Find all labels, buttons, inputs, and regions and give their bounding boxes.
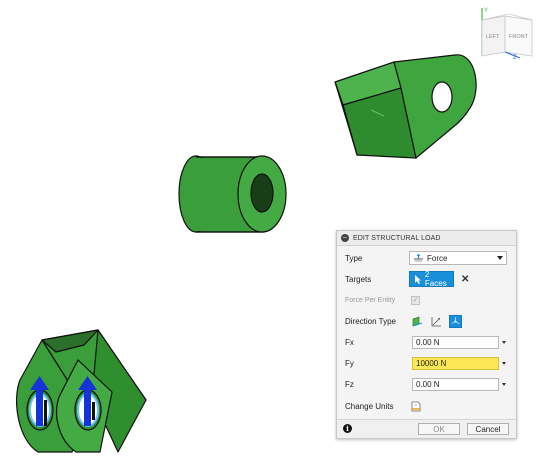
- direction-type-label: Direction Type: [345, 316, 396, 326]
- units-icon[interactable]: [411, 401, 421, 412]
- fy-input[interactable]: 10000 N: [412, 356, 499, 370]
- dialog-header[interactable]: – EDIT STRUCTURAL LOAD: [337, 231, 516, 246]
- viewcube-front-label: FRONT: [509, 34, 529, 40]
- cylinder-part[interactable]: [178, 155, 287, 233]
- viewcube-left-label: LEFT: [486, 34, 500, 40]
- info-icon[interactable]: i: [343, 424, 352, 433]
- cursor-icon: [415, 274, 421, 284]
- force-per-entity-label: Force Per Entity: [345, 296, 396, 304]
- viewcube[interactable]: Y LEFT FRONT Z: [481, 8, 533, 61]
- fz-row: Fz 0.00 N: [337, 376, 518, 392]
- z-axis-label: Z: [513, 55, 517, 61]
- type-label: Type: [345, 253, 363, 263]
- force-icon: [414, 254, 423, 262]
- fz-input[interactable]: 0.00 N: [412, 377, 499, 391]
- y-axis-label: Y: [484, 8, 488, 14]
- change-units-row: Change Units: [337, 398, 518, 414]
- type-value: Force: [427, 253, 448, 263]
- angle-icon[interactable]: [411, 315, 424, 328]
- force-per-entity-row: Force Per Entity ✓: [337, 292, 518, 308]
- bracket-part-upper[interactable]: [334, 54, 477, 159]
- type-select[interactable]: Force: [409, 251, 507, 265]
- targets-count: 2 Faces: [424, 270, 447, 288]
- collapse-icon[interactable]: –: [341, 234, 349, 242]
- fy-label: Fy: [345, 358, 354, 368]
- dialog-title: EDIT STRUCTURAL LOAD: [353, 234, 441, 242]
- force-per-entity-checkbox[interactable]: ✓: [411, 295, 420, 305]
- fz-label: Fz: [345, 379, 354, 389]
- targets-row: Targets 2 Faces ✕: [337, 270, 518, 288]
- fz-dropdown-icon[interactable]: [502, 382, 506, 386]
- change-units-label: Change Units: [345, 401, 394, 411]
- vectors-icon[interactable]: [430, 315, 443, 328]
- targets-select-button[interactable]: 2 Faces: [409, 270, 454, 288]
- direction-type-row: Direction Type: [337, 313, 518, 329]
- fy-dropdown-icon[interactable]: [502, 361, 506, 365]
- bracket-part-lower[interactable]: [15, 329, 147, 453]
- fx-dropdown-icon[interactable]: [502, 340, 506, 344]
- type-row: Type Force: [337, 250, 518, 266]
- edit-structural-load-dialog: – EDIT STRUCTURAL LOAD Type Force Target…: [336, 230, 517, 439]
- components-icon[interactable]: [449, 314, 462, 328]
- fx-row: Fx 0.00 N: [337, 334, 518, 350]
- fy-row: Fy 10000 N: [337, 355, 518, 371]
- targets-label: Targets: [345, 274, 372, 284]
- dialog-footer: i OK Cancel: [337, 419, 516, 438]
- chevron-down-icon: [497, 256, 503, 260]
- cancel-button[interactable]: Cancel: [467, 423, 509, 435]
- clear-selection-icon[interactable]: ✕: [461, 274, 469, 285]
- fx-input[interactable]: 0.00 N: [412, 335, 499, 349]
- ok-button[interactable]: OK: [418, 423, 460, 435]
- fx-label: Fx: [345, 337, 354, 347]
